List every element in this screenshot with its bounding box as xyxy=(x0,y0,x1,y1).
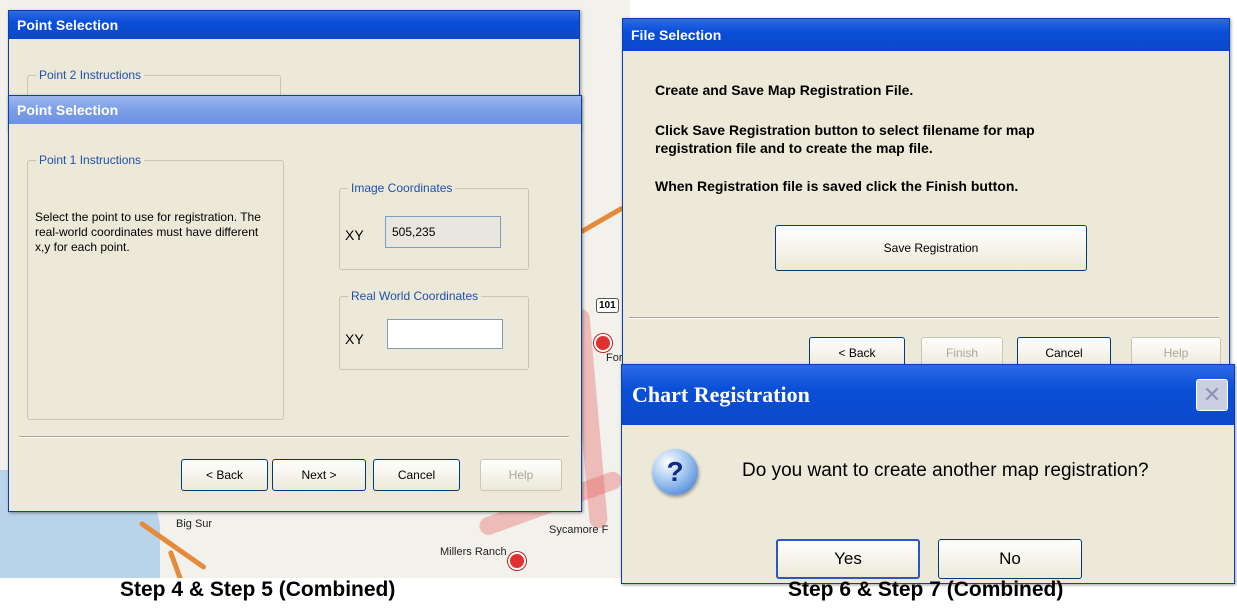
yes-button[interactable]: Yes xyxy=(776,539,920,579)
save-registration-button[interactable]: Save Registration xyxy=(775,225,1087,271)
real-world-coordinates-title: Real World Coordinates xyxy=(348,289,482,303)
map-pin[interactable] xyxy=(508,552,526,570)
divider xyxy=(19,436,569,438)
help-button[interactable]: Help xyxy=(480,459,562,491)
point2-instructions-title: Point 2 Instructions xyxy=(36,68,145,82)
question-icon: ? xyxy=(652,449,698,495)
map-label: For xyxy=(606,352,623,364)
file-selection-window: File Selection Create and Save Map Regis… xyxy=(622,18,1230,382)
point1-instructions-group: Point 1 Instructions xyxy=(27,153,284,420)
real-xy-label: XY xyxy=(345,331,364,347)
point1-window: Point Selection Point 1 Instructions Sel… xyxy=(8,95,582,512)
map-label: Big Sur xyxy=(176,518,213,530)
next-button[interactable]: Next > xyxy=(272,459,366,491)
file-line-1: Create and Save Map Registration File. xyxy=(655,82,914,98)
caption-right: Step 6 & Step 7 (Combined) xyxy=(788,578,1064,601)
image-coordinates-title: Image Coordinates xyxy=(348,181,456,195)
cancel-button[interactable]: Cancel xyxy=(373,459,460,491)
file-line-3: When Registration file is saved click th… xyxy=(655,178,1019,194)
map-pin[interactable] xyxy=(594,334,612,352)
map-label: Sycamore F xyxy=(549,524,609,536)
back-button[interactable]: < Back xyxy=(181,459,268,491)
real-xy-field[interactable] xyxy=(387,319,503,349)
point1-window-title: Point Selection xyxy=(9,96,581,124)
map-label: Millers Ranch xyxy=(440,546,507,558)
chart-registration-dialog: Chart Registration ✕ ? Do you want to cr… xyxy=(621,364,1235,584)
point1-instructions-title: Point 1 Instructions xyxy=(36,153,145,167)
image-xy-field[interactable] xyxy=(385,216,501,248)
file-selection-title: File Selection xyxy=(623,19,1229,51)
instructions-text: Select the point to use for registration… xyxy=(35,210,261,254)
file-line-2: Click Save Registration button to select… xyxy=(655,122,1035,156)
close-icon[interactable]: ✕ xyxy=(1196,379,1228,411)
map-road xyxy=(578,205,625,235)
image-xy-label: XY xyxy=(345,227,364,243)
chart-registration-question: Do you want to create another map regist… xyxy=(742,460,1149,481)
no-button[interactable]: No xyxy=(938,539,1082,579)
divider xyxy=(629,317,1219,319)
chart-registration-title: Chart Registration xyxy=(622,365,1234,425)
caption-left: Step 4 & Step 5 (Combined) xyxy=(120,578,396,601)
highway-shield: 101 xyxy=(596,298,619,313)
point2-window-title: Point Selection xyxy=(9,11,579,39)
